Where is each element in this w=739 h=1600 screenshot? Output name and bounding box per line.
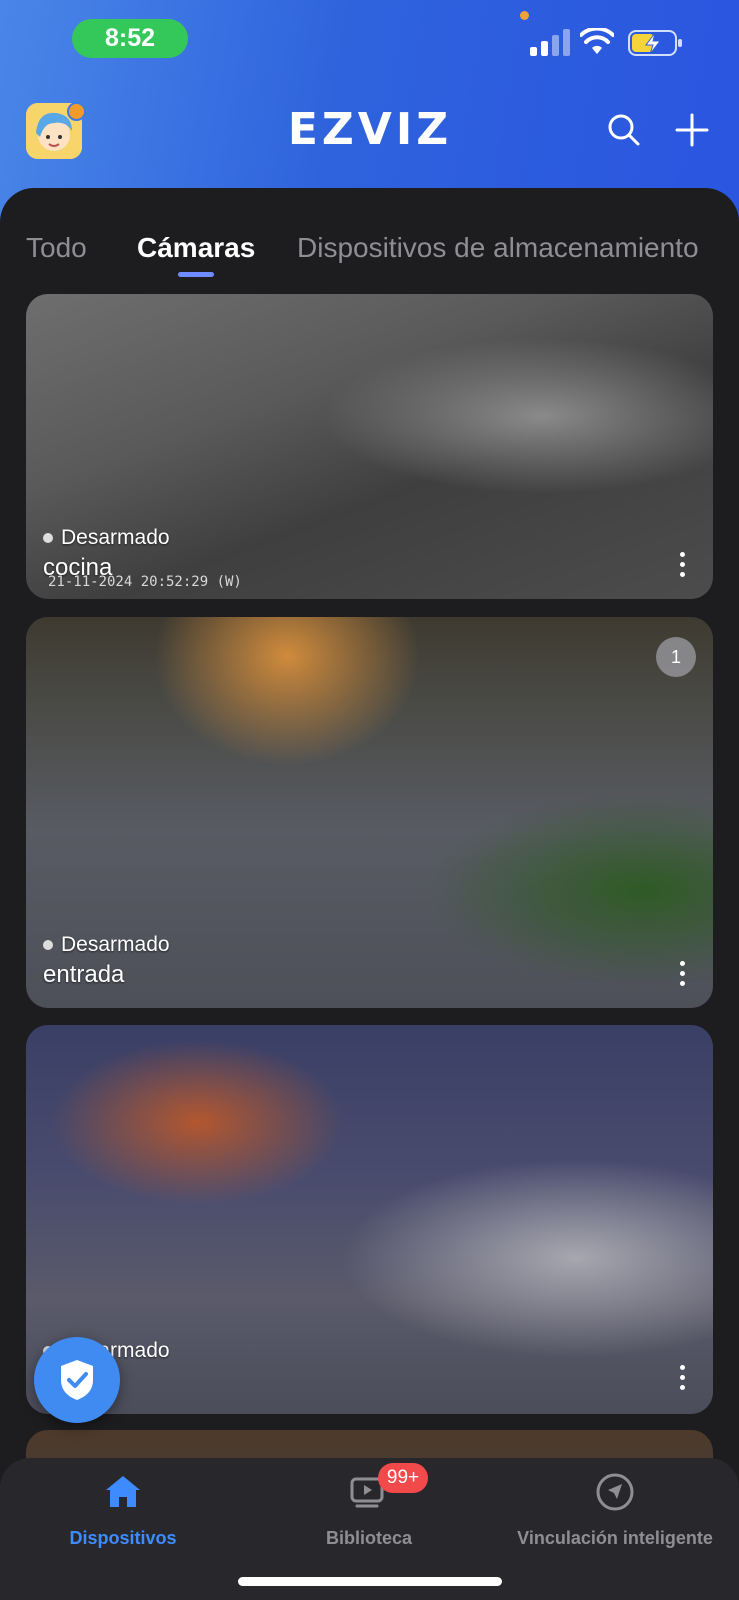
camera-timestamp-overlay: 21-11-2024 20:52:29 (W): [48, 574, 242, 590]
more-options-icon[interactable]: [675, 552, 689, 582]
ezviz-logo: EZVIZ: [287, 104, 453, 155]
add-device-icon[interactable]: [674, 112, 710, 148]
nav-vinculacion-inteligente[interactable]: Vinculación inteligente: [492, 1458, 738, 1568]
nav-label: Biblioteca: [325, 1528, 413, 1548]
status-dot: [43, 533, 53, 543]
search-icon[interactable]: [606, 112, 642, 148]
notification-dot: [67, 102, 86, 121]
compass-icon: [596, 1473, 634, 1511]
nav-dispositivos[interactable]: Dispositivos: [0, 1458, 246, 1568]
camera-status-label: Desarmado: [61, 526, 170, 549]
camera-status: Desarmado: [43, 933, 170, 957]
camera-card-3[interactable]: Desarmado: [26, 1025, 713, 1414]
library-count-badge: 99+: [378, 1463, 428, 1493]
battery-charging-icon: [628, 30, 682, 56]
camera-status: Desarmado: [43, 526, 170, 550]
status-time: 8:52: [72, 19, 188, 58]
event-count-badge[interactable]: 1: [656, 637, 696, 677]
camera-name: entrada: [43, 961, 125, 988]
category-tabs: Todo Cámaras Dispositivos de almacenamie…: [0, 228, 739, 278]
nav-label: Vinculación inteligente: [517, 1528, 713, 1548]
recording-indicator-dot: [520, 11, 529, 20]
more-options-icon[interactable]: [675, 961, 689, 991]
camera-card-cocina[interactable]: Desarmado cocina 21-11-2024 20:52:29 (W): [26, 294, 713, 599]
more-options-icon[interactable]: [675, 1365, 689, 1395]
cellular-signal-icon: [530, 29, 570, 56]
wifi-icon: [580, 28, 614, 54]
tab-todo[interactable]: Todo: [26, 228, 87, 268]
camera-card-entrada[interactable]: 1 Desarmado entrada: [26, 617, 713, 1008]
shield-check-icon: [61, 1360, 93, 1400]
home-indicator[interactable]: [238, 1577, 502, 1586]
tab-camaras[interactable]: Cámaras: [137, 228, 255, 268]
camera-status-label: Desarmado: [61, 933, 170, 956]
security-shield-button[interactable]: [34, 1337, 120, 1423]
status-dot: [43, 940, 53, 950]
nav-label: Dispositivos: [69, 1528, 177, 1548]
active-tab-indicator: [178, 272, 214, 277]
home-icon: [106, 1476, 140, 1507]
tab-dispositivos-almacenamiento[interactable]: Dispositivos de almacenamiento: [297, 228, 699, 268]
nav-biblioteca[interactable]: Biblioteca: [246, 1458, 492, 1568]
